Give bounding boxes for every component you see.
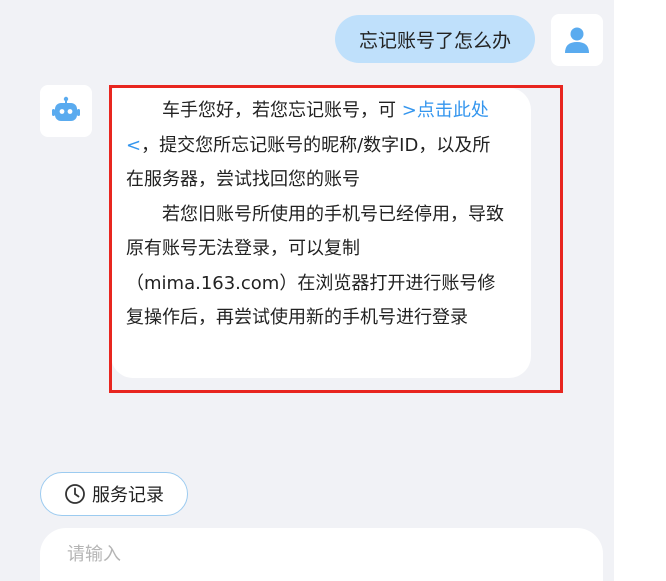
bot-message-bubble: 车手您好，若您忘记账号，可 >点击此处<，提交您所忘记账号的昵称/数字ID，以及… bbox=[111, 88, 531, 378]
bot-avatar bbox=[40, 85, 92, 137]
message-input-container bbox=[40, 528, 603, 581]
person-icon bbox=[565, 27, 589, 53]
bot-message-text: 车手您好，若您忘记账号，可 >点击此处<，提交您所忘记账号的昵称/数字ID，以及… bbox=[126, 94, 506, 336]
bot-paragraph-1-prefix: 车手您好，若您忘记账号，可 bbox=[162, 100, 402, 121]
bot-paragraph-1-suffix: ，提交您所忘记账号的昵称/数字ID，以及所在服务器，尝试找回您的账号 bbox=[126, 134, 491, 191]
bot-paragraph-1: 车手您好，若您忘记账号，可 >点击此处<，提交您所忘记账号的昵称/数字ID，以及… bbox=[126, 94, 506, 198]
bot-paragraph-2: 若您旧账号所使用的手机号已经停用，导致原有账号无法登录，可以复制（mima.16… bbox=[126, 203, 504, 329]
user-message-bubble: 忘记账号了怎么办 bbox=[335, 15, 535, 63]
message-input[interactable] bbox=[65, 543, 569, 566]
clock-icon bbox=[65, 484, 85, 504]
service-record-button[interactable]: 服务记录 bbox=[40, 472, 188, 516]
service-record-label: 服务记录 bbox=[92, 485, 164, 506]
user-message-text: 忘记账号了怎么办 bbox=[358, 29, 511, 52]
right-strip bbox=[614, 0, 666, 581]
user-avatar bbox=[551, 14, 603, 66]
robot-icon bbox=[52, 96, 80, 121]
